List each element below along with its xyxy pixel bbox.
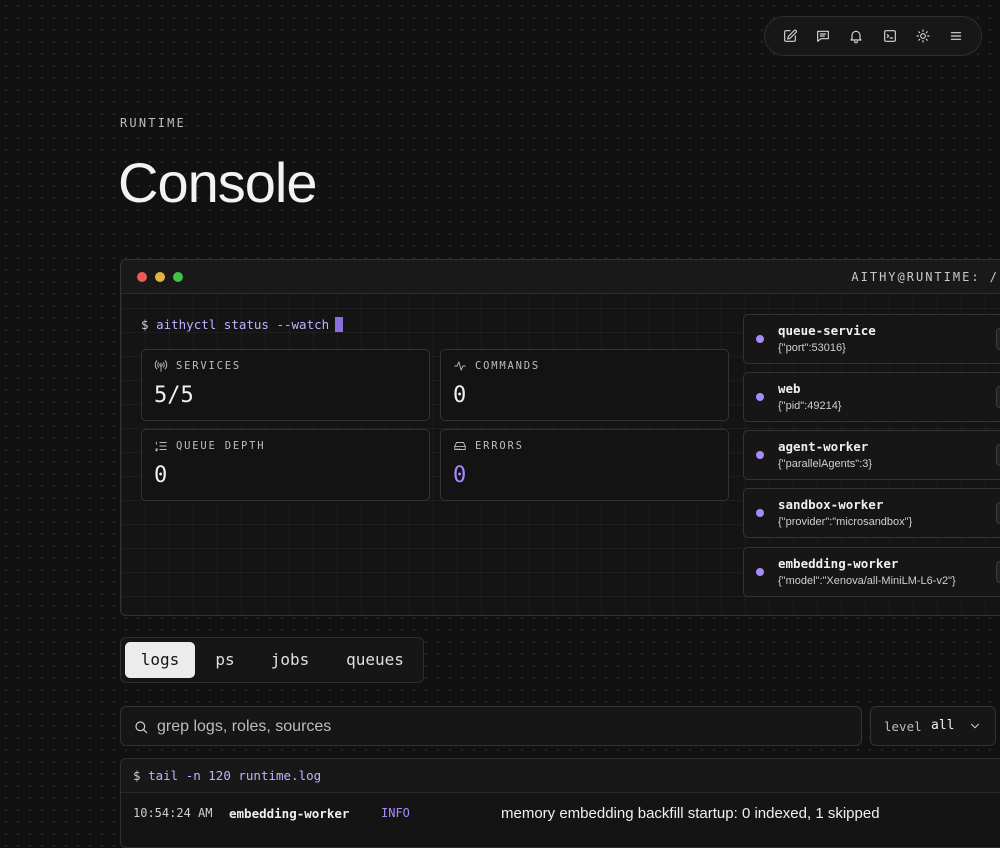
maximize-dot[interactable] xyxy=(173,272,183,282)
log-time: 10:54:24 AM xyxy=(133,806,213,820)
menu-icon xyxy=(950,32,962,40)
edit-icon xyxy=(784,29,798,42)
service-card-embedding-worker[interactable]: embedding-worker {"model":"Xenova/all-Mi… xyxy=(743,547,1000,597)
chevron-down-icon xyxy=(968,719,982,733)
status-dot xyxy=(756,335,764,343)
service-action-button[interactable] xyxy=(996,386,1000,408)
service-action-button[interactable] xyxy=(996,328,1000,350)
terminal-titlebar: AITHY@RUNTIME: / xyxy=(121,260,1000,294)
service-name: embedding-worker xyxy=(778,556,899,571)
terminal-host: AITHY@RUNTIME: / xyxy=(851,270,999,284)
service-card-agent-worker[interactable]: agent-worker {"parallelAgents":3} xyxy=(743,430,1000,480)
service-name: web xyxy=(778,381,801,396)
broadcast-icon xyxy=(154,359,168,373)
service-name: sandbox-worker xyxy=(778,497,884,512)
status-terminal: AITHY@RUNTIME: / $ aithyctl status --wat… xyxy=(120,259,1000,616)
top-toolbar xyxy=(764,16,982,56)
level-select[interactable]: level all xyxy=(870,706,996,746)
prompt-command: aithyctl status --watch xyxy=(156,317,330,332)
log-level: INFO xyxy=(381,806,410,820)
theme-toggle-button[interactable] xyxy=(909,22,937,50)
prompt-symbol: $ xyxy=(133,768,141,783)
tab-logs[interactable]: logs xyxy=(125,642,195,678)
list-icon xyxy=(154,439,168,453)
terminal-icon xyxy=(883,30,896,42)
service-name: queue-service xyxy=(778,323,876,338)
message-icon xyxy=(817,30,830,42)
tab-jobs[interactable]: jobs xyxy=(257,642,323,678)
drive-icon xyxy=(453,439,467,453)
log-command: $ tail -n 120 runtime.log xyxy=(133,768,321,783)
activity-icon xyxy=(453,359,467,373)
notifications-button[interactable] xyxy=(842,22,870,50)
terminal-button[interactable] xyxy=(876,22,904,50)
edit-button[interactable] xyxy=(776,22,804,50)
messages-button[interactable] xyxy=(809,22,837,50)
log-row[interactable]: 10:54:24 AM embedding-worker INFO memory… xyxy=(121,792,1000,836)
stat-value: 5/5 xyxy=(154,383,194,408)
stat-errors: ERRORS 0 xyxy=(440,429,729,501)
log-source: embedding-worker xyxy=(229,806,350,821)
status-dot xyxy=(756,509,764,517)
service-action-button[interactable] xyxy=(996,561,1000,583)
status-dot xyxy=(756,568,764,576)
tab-queues[interactable]: queues xyxy=(331,642,419,678)
service-meta: {"port":53016} xyxy=(778,342,846,354)
service-meta: {"pid":49214} xyxy=(778,400,842,412)
terminal-prompt: $ aithyctl status --watch xyxy=(141,317,344,332)
console-tabs: logs ps jobs queues xyxy=(120,637,424,683)
stat-label: QUEUE DEPTH xyxy=(176,440,266,452)
cursor xyxy=(335,317,344,332)
page-title: Console xyxy=(118,151,317,214)
bell-icon xyxy=(850,30,862,44)
status-dot xyxy=(756,393,764,401)
page-eyebrow: RUNTIME xyxy=(120,116,186,130)
stat-label: ERRORS xyxy=(475,440,524,452)
level-value: all xyxy=(931,718,955,733)
service-action-button[interactable] xyxy=(996,502,1000,524)
log-command-text: tail -n 120 runtime.log xyxy=(148,768,322,783)
service-name: agent-worker xyxy=(778,439,869,454)
stat-label: COMMANDS xyxy=(475,360,540,372)
tab-ps[interactable]: ps xyxy=(201,642,249,678)
log-search xyxy=(120,706,862,746)
service-meta: {"model":"Xenova/all-MiniLM-L6-v2"} xyxy=(778,575,956,587)
service-card-sandbox-worker[interactable]: sandbox-worker {"provider":"microsandbox… xyxy=(743,488,1000,538)
stat-commands: COMMANDS 0 xyxy=(440,349,729,421)
log-panel: $ tail -n 120 runtime.log 10:54:24 AM em… xyxy=(120,758,1000,848)
service-card-queue-service[interactable]: queue-service {"port":53016} xyxy=(743,314,1000,364)
status-dot xyxy=(756,451,764,459)
service-meta: {"parallelAgents":3} xyxy=(778,458,873,470)
log-panel-header: $ tail -n 120 runtime.log xyxy=(121,759,1000,793)
prompt-symbol: $ xyxy=(141,317,149,332)
service-action-button[interactable] xyxy=(996,444,1000,466)
search-input[interactable] xyxy=(157,715,837,739)
stat-value: 0 xyxy=(154,463,168,488)
minimize-dot[interactable] xyxy=(155,272,165,282)
close-dot[interactable] xyxy=(137,272,147,282)
sun-icon xyxy=(916,29,930,43)
menu-button[interactable] xyxy=(942,22,970,50)
service-meta: {"provider":"microsandbox"} xyxy=(778,516,913,528)
log-message: memory embedding backfill startup: 0 ind… xyxy=(501,805,880,822)
stat-label: SERVICES xyxy=(176,360,241,372)
search-icon xyxy=(133,719,149,735)
service-card-web[interactable]: web {"pid":49214} xyxy=(743,372,1000,422)
stat-value: 0 xyxy=(453,383,467,408)
stat-value: 0 xyxy=(453,463,467,488)
stat-services: SERVICES 5/5 xyxy=(141,349,430,421)
stat-queue-depth: QUEUE DEPTH 0 xyxy=(141,429,430,501)
level-label: level xyxy=(884,719,922,734)
